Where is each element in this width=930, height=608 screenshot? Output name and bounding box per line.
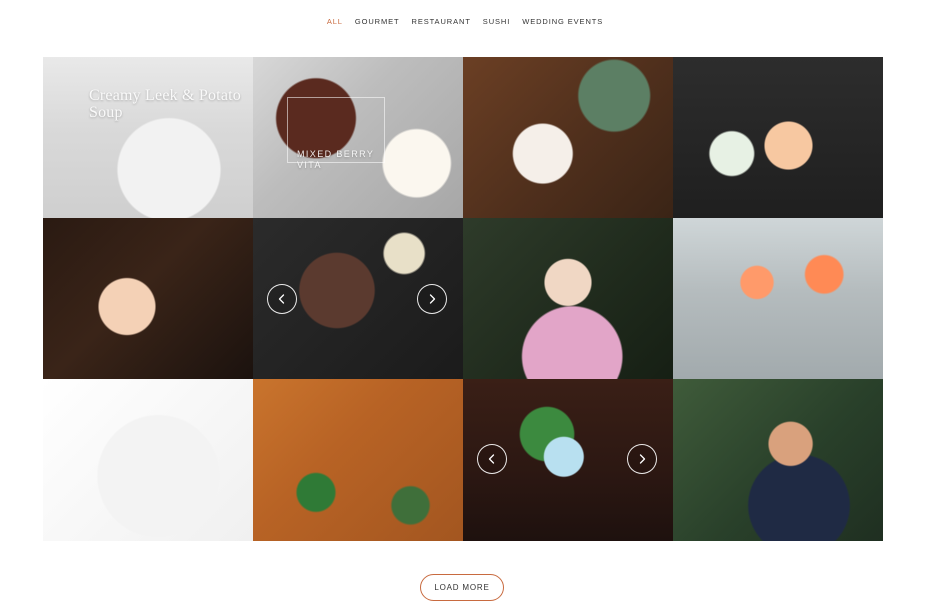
- filter-wedding-events[interactable]: WEDDING EVENTS: [522, 16, 603, 30]
- gallery-grid: Creamy Leek & Potato Soup MIXED BERRY VI…: [43, 57, 883, 541]
- chevron-right-icon: [429, 294, 436, 304]
- tile-caption: MIXED BERRY VITA: [297, 149, 375, 170]
- gallery-tile[interactable]: [253, 379, 463, 541]
- chevron-right-icon: [639, 454, 646, 464]
- gallery-tile[interactable]: [463, 218, 673, 379]
- gallery-tile[interactable]: [463, 379, 673, 541]
- gallery-tile[interactable]: [463, 57, 673, 218]
- gallery-tile[interactable]: [673, 57, 883, 218]
- gallery-tile[interactable]: Creamy Leek & Potato Soup: [43, 57, 253, 218]
- carousel-next-button[interactable]: [627, 444, 657, 474]
- gallery-tile[interactable]: [43, 379, 253, 541]
- carousel-prev-button[interactable]: [267, 284, 297, 314]
- filter-gourmet[interactable]: GOURMET: [355, 16, 400, 30]
- filter-all[interactable]: ALL: [327, 16, 343, 30]
- filter-restaurant[interactable]: RESTAURANT: [412, 16, 471, 30]
- gallery-tile[interactable]: [673, 379, 883, 541]
- chevron-left-icon: [278, 294, 285, 304]
- chevron-left-icon: [488, 454, 495, 464]
- portfolio-filters: ALL GOURMET RESTAURANT SUSHI WEDDING EVE…: [0, 16, 930, 30]
- carousel-prev-button[interactable]: [477, 444, 507, 474]
- gallery-tile[interactable]: [43, 218, 253, 379]
- filter-sushi[interactable]: SUSHI: [483, 16, 510, 30]
- carousel-next-button[interactable]: [417, 284, 447, 314]
- gallery-tile[interactable]: MIXED BERRY VITA: [253, 57, 463, 218]
- gallery-tile[interactable]: [253, 218, 463, 379]
- load-more-button[interactable]: LOAD MORE: [420, 574, 504, 601]
- tile-caption: Creamy Leek & Potato Soup: [89, 87, 241, 121]
- gallery-tile[interactable]: [673, 218, 883, 379]
